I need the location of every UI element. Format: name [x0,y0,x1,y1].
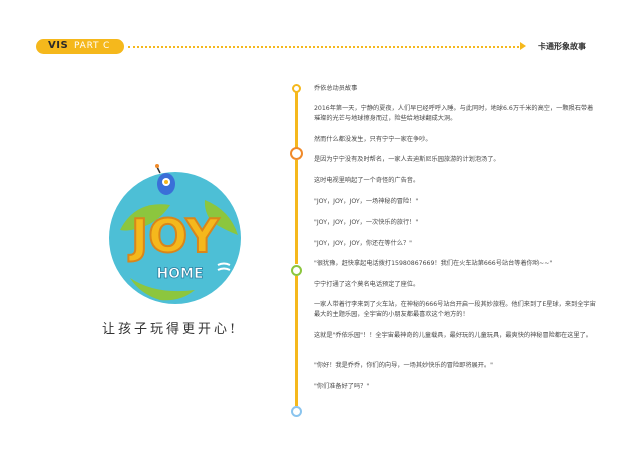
story-paragraph: 是因为宁宁没有及时帮名，一家人去迪斯尼乐园旅游的计划泡汤了。 [314,156,500,163]
page-header: VIS PART C 卡通形象故事 [0,0,640,60]
joy-home-logo: JOY HOME [109,164,241,304]
timeline-node [292,84,301,93]
story-paragraph: 然而什么都没发生，只有宁宁一家在争吵。 [314,136,432,143]
story-paragraph: "你们准备好了吗？" [314,383,370,390]
header-arrow-icon [520,42,526,50]
story-paragraph: 这就是"乔依乐园"！！全宇宙最神奇的儿童载具，最好玩的儿童玩具，最爽快的神秘冒险… [314,332,592,339]
timeline-segment [295,92,298,150]
badge-part-label: PART C [74,41,111,51]
story-paragraph: 这时电视里响起了一个奇怪的广告音。 [314,177,420,184]
timeline-node [291,265,302,276]
logo-word-home: HOME [156,266,203,282]
timeline-node [290,147,303,160]
header-dotted-rule [128,46,523,48]
story-heading: 乔依总动员故事 [314,85,358,92]
story-paragraph: "很犹豫，赶快拿起电话拨打15980867669！我们在火车站第666号站台等着… [314,260,553,267]
timeline-segment [295,276,298,406]
logo-word-joy: JOY [128,209,220,263]
story-paragraph: "JOY，JOY，JOY，一次快乐的旅行！" [314,219,419,226]
story-paragraph: "你好！我是乔乔，你们的向导，一场其妙快乐的冒险即将展开。" [314,362,493,369]
slogan: 让孩子玩得更开心! [102,322,239,337]
timeline-node [291,406,302,417]
timeline-segment [295,160,298,264]
badge-vis-label: VIS [48,40,69,51]
header-title: 卡通形象故事 [538,42,586,51]
story-paragraph: 2016年第一天，宁静的夏夜，人们早已经呼呼入睡。与此同时，地球6.6万千米的高… [314,105,594,122]
story-paragraph: "JOY，JOY，JOY，你还在等什么？" [314,240,412,247]
story-paragraph: "JOY，JOY，JOY，一场神秘的冒险！" [314,198,419,205]
story-paragraph: 一家人带着行李来到了火车站，在神秘的666号站台开启一段其妙旅程。他们来到了E星… [314,301,596,318]
story-paragraph: 宁宁打通了这个莫名电话预定了座位。 [314,281,420,288]
